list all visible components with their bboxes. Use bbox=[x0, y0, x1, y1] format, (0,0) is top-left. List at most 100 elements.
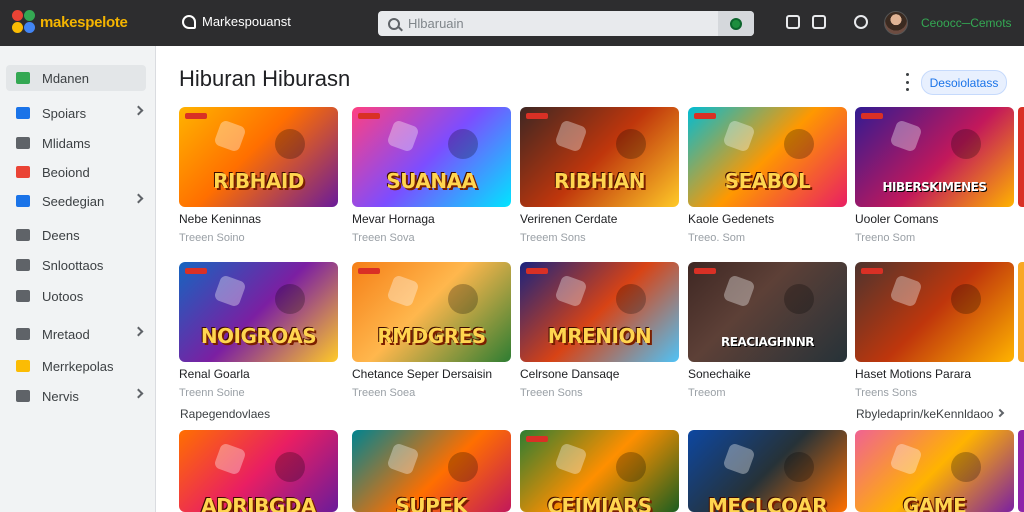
app-subtitle: Treeem Sons bbox=[520, 232, 586, 244]
artwork-shape bbox=[448, 284, 478, 314]
sidebar-item[interactable]: Spoiars bbox=[6, 100, 146, 126]
app-card[interactable]: MECLCOAR bbox=[688, 430, 847, 512]
badge-icon bbox=[861, 268, 883, 274]
account-name[interactable]: Ceoocc─Cemots bbox=[921, 16, 1012, 30]
artwork-shape bbox=[616, 284, 646, 314]
app-thumbnail[interactable]: RIBHIAN bbox=[520, 107, 679, 207]
sidebar-item[interactable]: Uotoos bbox=[6, 283, 146, 309]
app-card[interactable]: REACIAGHNNR Sonechaike Treeom bbox=[688, 262, 847, 399]
app-thumbnail[interactable]: HIBERSKIMENES bbox=[855, 107, 1014, 207]
avatar[interactable] bbox=[884, 11, 908, 35]
app-card[interactable]: GAME bbox=[855, 430, 1014, 512]
artwork-shape bbox=[784, 452, 814, 482]
sidebar-item[interactable]: Beoiond bbox=[6, 159, 146, 185]
help-icon[interactable] bbox=[854, 15, 868, 29]
sidebar-item[interactable]: Mretaod bbox=[6, 321, 146, 347]
app-thumbnail[interactable]: RIBHAID bbox=[179, 107, 338, 207]
app-title[interactable]: Kaole Gedenets bbox=[688, 212, 847, 226]
app-title[interactable]: Haset Motions Parara bbox=[855, 367, 1014, 381]
app-card[interactable]: NOIGROAS Renal Goarla Treenn Soine bbox=[179, 262, 338, 399]
app-title[interactable]: Verirenen Cerdate bbox=[520, 212, 679, 226]
gift-icon bbox=[16, 229, 30, 241]
app-subtitle: Treenn Soine bbox=[179, 387, 245, 399]
search-icon bbox=[388, 17, 400, 30]
grid-icon[interactable] bbox=[812, 15, 826, 29]
app-thumbnail[interactable]: NOIGROAS bbox=[179, 262, 338, 362]
artwork-shape bbox=[213, 442, 247, 476]
sidebar-item[interactable]: Mlidams bbox=[6, 130, 146, 156]
artwork-shape bbox=[275, 284, 305, 314]
sidebar-item-label: Beoiond bbox=[42, 164, 90, 180]
thumbnail-art-text: NOIGROAS bbox=[200, 324, 317, 348]
chevron-right-icon bbox=[133, 326, 144, 337]
app-subtitle: Treeen Sova bbox=[352, 232, 415, 244]
app-thumbnail[interactable]: RMDGRES bbox=[352, 262, 511, 362]
brand[interactable]: makespelote bbox=[12, 10, 128, 34]
sidebar-item[interactable]: Nervis bbox=[6, 383, 146, 409]
app-thumbnail[interactable] bbox=[855, 262, 1014, 362]
app-thumbnail[interactable]: REACIAGHNNR bbox=[688, 262, 847, 362]
sidebar-item-label: Spoiars bbox=[42, 105, 87, 121]
badge-icon bbox=[694, 268, 716, 274]
artwork-shape bbox=[616, 452, 646, 482]
sidebar-item[interactable]: Deens bbox=[6, 222, 146, 248]
artwork-shape bbox=[554, 119, 588, 153]
app-thumbnail[interactable]: MECLCOAR bbox=[688, 430, 847, 512]
app-card[interactable]: SUANAA Mevar Hornaga Treeen Sova bbox=[352, 107, 511, 244]
app-title[interactable]: Nebe Keninnas bbox=[179, 212, 338, 226]
top-bar: makespelote Markespouanst Ceoocc─Cemots bbox=[0, 0, 1024, 46]
app-card[interactable]: Haset Motions Parara Treens Sons bbox=[855, 262, 1014, 399]
badge-icon bbox=[526, 436, 548, 442]
thumbnail-art-text: RIBHIAN bbox=[554, 169, 645, 193]
artwork-shape bbox=[616, 129, 646, 159]
thumbnail-art-text: CEIMIARS bbox=[547, 494, 652, 512]
voice-search-button[interactable] bbox=[718, 11, 754, 36]
app-thumbnail[interactable]: GAME bbox=[855, 430, 1014, 512]
app-title[interactable]: Celrsone Dansaqe bbox=[520, 367, 679, 381]
filter-pill-button[interactable]: Desoiolatass bbox=[921, 70, 1007, 95]
brand-logo-icon bbox=[12, 10, 36, 34]
sidebar-item-label: Merrkepolas bbox=[42, 358, 114, 374]
app-card[interactable]: HIBERSKIMENES Uooler Comans Treeno Som bbox=[855, 107, 1014, 244]
app-card[interactable]: CEIMIARS bbox=[520, 430, 679, 512]
app-title[interactable]: Uooler Comans bbox=[855, 212, 1014, 226]
app-title[interactable]: Mevar Hornaga bbox=[352, 212, 511, 226]
library-icon[interactable] bbox=[786, 15, 800, 29]
app-thumbnail[interactable]: SUANAA bbox=[352, 107, 511, 207]
sidebar-item[interactable]: Seedegian bbox=[6, 188, 146, 214]
app-card[interactable]: RMDGRES Chetance Seper Dersaisin Treeen So… bbox=[352, 262, 511, 399]
app-card[interactable]: RIBHAID Nebe Keninnas Treeen Soino bbox=[179, 107, 338, 244]
artwork-shape bbox=[951, 452, 981, 482]
app-thumbnail[interactable]: SUPEK bbox=[352, 430, 511, 512]
thumbnail-art-text: REACIAGHNNR bbox=[720, 335, 815, 349]
sidebar-item-label: Mlidams bbox=[42, 135, 91, 151]
chevron-right-icon[interactable] bbox=[995, 408, 1005, 418]
app-thumbnail[interactable]: SEABOL bbox=[688, 107, 847, 207]
app-card[interactable]: ADRIBGDA bbox=[179, 430, 338, 512]
thumbnail-art-text: GAME bbox=[902, 494, 967, 512]
app-thumbnail[interactable]: CEIMIARS bbox=[520, 430, 679, 512]
see-more-link[interactable]: Rbyledaprin/keKennldaoo bbox=[856, 407, 993, 421]
app-title[interactable]: Renal Goarla bbox=[179, 367, 338, 381]
app-title[interactable]: Sonechaike bbox=[688, 367, 847, 381]
app-card[interactable]: SEABOL Kaole Gedenets Treeo. Som bbox=[688, 107, 847, 244]
thumbnail-art-text: SEABOL bbox=[724, 169, 811, 193]
sidebar-item[interactable]: Snloottaos bbox=[6, 252, 146, 278]
app-card[interactable]: MRENION Celrsone Dansaqe Treeen Sons bbox=[520, 262, 679, 399]
app-title[interactable]: Chetance Seper Dersaisin bbox=[352, 367, 511, 381]
app-subtitle: Treeno Som bbox=[855, 232, 916, 244]
app-thumbnail[interactable]: MRENION bbox=[520, 262, 679, 362]
app-card[interactable]: SUPEK bbox=[352, 430, 511, 512]
app-card[interactable]: RIBHIAN Verirenen Cerdate Treeem Sons bbox=[520, 107, 679, 244]
sidebar-item[interactable]: Mdanen bbox=[6, 65, 146, 91]
artwork-shape bbox=[722, 274, 756, 308]
badge-icon bbox=[861, 113, 883, 119]
artwork-shape bbox=[275, 129, 305, 159]
app-thumbnail[interactable]: ADRIBGDA bbox=[179, 430, 338, 512]
more-options-button[interactable] bbox=[902, 73, 912, 91]
sidebar-item[interactable]: Merrkepolas bbox=[6, 353, 146, 379]
search-input[interactable] bbox=[408, 16, 708, 31]
store-switcher[interactable]: Markespouanst bbox=[182, 14, 291, 29]
mic-icon bbox=[730, 17, 742, 30]
search-bar[interactable] bbox=[378, 11, 754, 36]
